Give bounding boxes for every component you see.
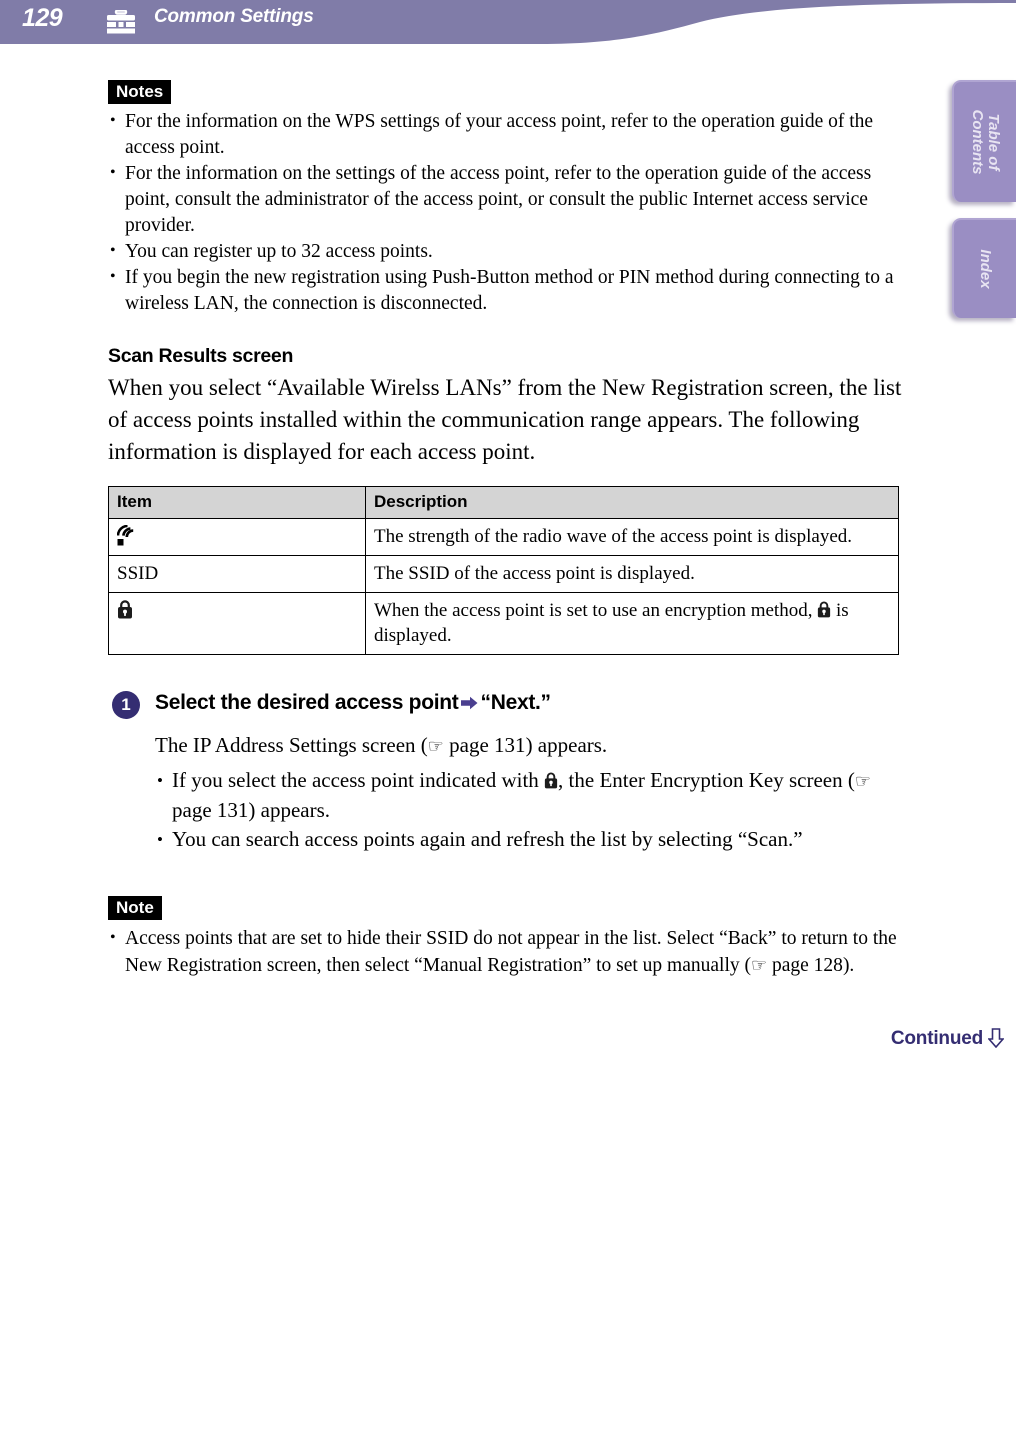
scan-results-section: Scan Results screen When you select “Ava… — [108, 345, 908, 468]
pointing-hand-icon: ☞ — [854, 771, 871, 793]
pointing-hand-icon: ☞ — [750, 955, 768, 977]
table-row: When the access point is set to use an e… — [108, 592, 899, 656]
scan-results-table: Item Description The strength of the rad… — [108, 486, 899, 656]
section-heading: Scan Results screen — [108, 345, 294, 368]
list-item: For the information on the WPS settings … — [108, 108, 908, 161]
list-item: Access points that are set to hide their… — [108, 924, 908, 979]
page-content: Notes For the information on the WPS set… — [108, 0, 908, 979]
section-paragraph: When you select “Available Wirelss LANs”… — [108, 375, 902, 465]
lock-icon — [544, 768, 558, 789]
table-header-row: Item Description — [108, 486, 899, 520]
column-header-item: Item — [108, 486, 366, 520]
note-ref: page 128 — [772, 955, 843, 977]
page-number: 129 — [22, 4, 63, 32]
note-section-bottom: Note Access points that are set to hide … — [108, 896, 908, 979]
sidebar-item-index[interactable]: Index — [952, 218, 1016, 318]
step-lead-after: ) appears. — [525, 733, 608, 758]
bullet-text-before: If you select the access point indicated… — [172, 768, 545, 793]
table-row: The strength of the radio wave of the ac… — [108, 518, 899, 557]
list-item: If you begin the new registration using … — [108, 264, 908, 317]
list-item: You can register up to 32 access points. — [108, 238, 908, 265]
pointing-hand-icon: ☞ — [427, 736, 444, 758]
step-lead: The IP Address Settings screen (☞ page 1… — [155, 731, 908, 761]
cell-description: The strength of the radio wave of the ac… — [365, 518, 899, 557]
step-lead-ref: page 131 — [449, 733, 526, 758]
tab-label-index: Index — [977, 249, 994, 289]
step-1: 1 Select the desired access point “Next.” — [108, 689, 908, 720]
cell-item-lock — [108, 592, 366, 656]
cell-description: The SSID of the access point is displaye… — [365, 555, 899, 594]
step-bullet-list: If you select the access point indicated… — [155, 766, 908, 854]
continued-label: Continued — [890, 1028, 983, 1049]
notes-section-top: Notes For the information on the WPS set… — [108, 80, 908, 317]
bullet-text-after: ) appears. — [248, 798, 331, 823]
signal-strength-icon — [116, 524, 137, 546]
step-title-after: “Next.” — [480, 691, 552, 715]
column-header-description: Description — [365, 486, 899, 520]
cell-item-ssid: SSID — [108, 555, 366, 594]
note-text-after: ). — [842, 955, 855, 977]
tab-label-table-of-contents: Table of Contents — [969, 109, 1002, 175]
lock-icon — [817, 600, 831, 618]
note-badge: Note — [108, 896, 162, 921]
cell-item-signal — [108, 518, 366, 557]
lock-icon — [117, 600, 133, 619]
list-item: If you select the access point indicated… — [155, 766, 908, 825]
continued-footer: Continued — [890, 1028, 1005, 1050]
sidebar-item-table-of-contents[interactable]: Table of Contents — [952, 80, 1016, 202]
step-1-body: The IP Address Settings screen (☞ page 1… — [108, 731, 908, 854]
arrow-right-icon — [460, 690, 478, 710]
notes-list-top: For the information on the WPS settings … — [108, 108, 908, 317]
table-row: SSID The SSID of the access point is dis… — [108, 555, 899, 594]
note-list-bottom: Access points that are set to hide their… — [108, 924, 908, 979]
bullet-ref: page 131 — [172, 798, 249, 823]
step-lead-before: The IP Address Settings screen ( — [155, 733, 428, 758]
arrow-down-icon — [987, 1028, 1005, 1049]
step-title: Select the desired access point “Next.” — [155, 689, 908, 717]
list-item: You can search access points again and r… — [155, 825, 908, 854]
notes-badge: Notes — [108, 80, 172, 105]
bullet-text-middle: , the Enter Encryption Key screen ( — [558, 768, 855, 793]
step-title-before: Select the desired access point — [155, 691, 459, 715]
description-text-before: When the access point is set to use an e… — [374, 600, 818, 622]
step-number-badge: 1 — [112, 691, 140, 720]
cell-description: When the access point is set to use an e… — [365, 592, 899, 656]
list-item: For the information on the settings of t… — [108, 160, 908, 239]
